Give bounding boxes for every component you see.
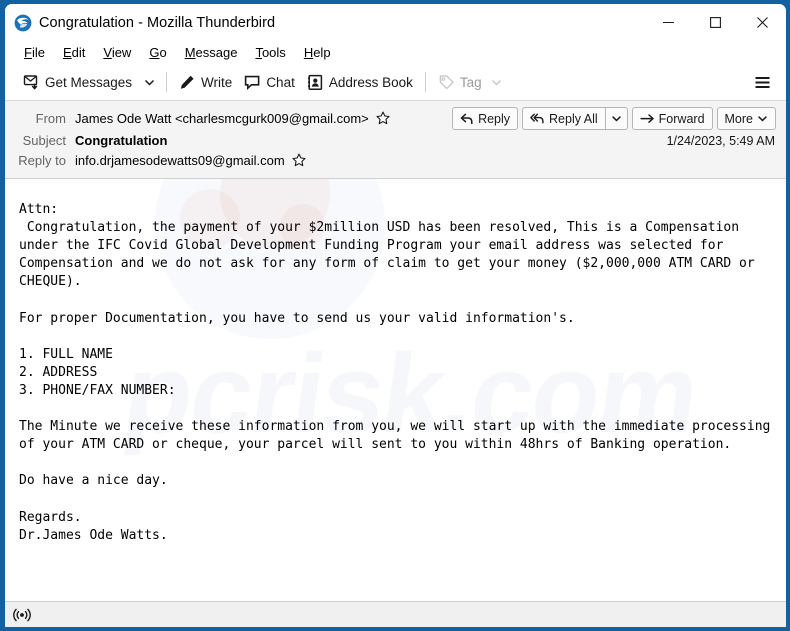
message-body: pcrisk.com Attn: Congratulation, the pay… bbox=[5, 179, 786, 601]
chevron-down-icon bbox=[491, 79, 501, 86]
reply-all-button[interactable]: Reply All bbox=[522, 107, 605, 130]
get-messages-button[interactable]: Get Messages bbox=[17, 68, 138, 96]
reply-label: Reply bbox=[478, 111, 511, 126]
get-messages-icon bbox=[23, 74, 38, 90]
title-bar: Congratulation - Mozilla Thunderbird bbox=[5, 4, 786, 41]
chat-button[interactable]: Chat bbox=[238, 68, 301, 96]
maximize-button[interactable] bbox=[692, 4, 739, 41]
toolbar-separator-2 bbox=[424, 72, 426, 92]
menu-help[interactable]: Help bbox=[295, 43, 340, 63]
app-menu-button[interactable] bbox=[746, 68, 778, 96]
reply-to-label: Reply to bbox=[18, 152, 66, 168]
chat-bubble-icon bbox=[245, 75, 260, 90]
tag-icon bbox=[439, 74, 454, 89]
forward-button[interactable]: Forward bbox=[631, 107, 713, 130]
minimize-icon bbox=[663, 21, 674, 24]
email-body-text: Attn: Congratulation, the payment of you… bbox=[19, 202, 771, 543]
forward-label: Forward bbox=[658, 111, 705, 126]
reply-all-group: Reply All bbox=[522, 107, 628, 130]
more-label: More bbox=[724, 111, 753, 126]
message-actions: Reply Reply All Forward More bbox=[452, 107, 776, 130]
toolbar-separator bbox=[166, 72, 168, 92]
pencil-icon bbox=[180, 75, 194, 89]
tag-button[interactable]: Tag bbox=[432, 68, 508, 96]
star-icon[interactable] bbox=[376, 111, 390, 125]
more-button[interactable]: More bbox=[716, 107, 776, 130]
status-bar bbox=[5, 601, 786, 627]
star-icon[interactable] bbox=[292, 153, 306, 167]
hamburger-icon bbox=[755, 76, 769, 88]
network-activity-icon[interactable] bbox=[13, 607, 31, 623]
thunderbird-window: Congratulation - Mozilla Thunderbird Fil… bbox=[5, 4, 786, 627]
menu-go[interactable]: Go bbox=[140, 43, 175, 63]
address-book-button[interactable]: Address Book bbox=[301, 68, 419, 96]
reply-all-label: Reply All bbox=[549, 111, 598, 126]
menu-bar: File Edit View Go Message Tools Help bbox=[5, 41, 786, 64]
minimize-button[interactable] bbox=[645, 4, 692, 41]
menu-tools[interactable]: Tools bbox=[246, 43, 294, 63]
main-toolbar: Get Messages Write Chat Address Book Tag bbox=[5, 64, 786, 101]
write-label: Write bbox=[201, 74, 233, 90]
close-icon bbox=[757, 17, 768, 28]
subject-label: Subject bbox=[22, 132, 66, 148]
message-header: From James Ode Watt <charlesmcgurk009@gm… bbox=[5, 101, 786, 179]
window-title: Congratulation - Mozilla Thunderbird bbox=[39, 14, 276, 31]
get-messages-dropdown[interactable] bbox=[138, 68, 160, 96]
from-value-wrap: James Ode Watt <charlesmcgurk009@gmail.c… bbox=[75, 111, 390, 126]
message-date: 1/24/2023, 5:49 AM bbox=[666, 134, 775, 148]
from-label: From bbox=[35, 110, 66, 126]
address-book-label: Address Book bbox=[328, 74, 413, 90]
menu-message[interactable]: Message bbox=[176, 43, 247, 63]
reply-to-value-wrap: info.drjamesodewatts09@gmail.com bbox=[75, 153, 306, 168]
forward-arrow-icon bbox=[640, 113, 654, 123]
tag-label: Tag bbox=[459, 74, 482, 90]
reply-icon bbox=[460, 113, 473, 124]
maximize-icon bbox=[710, 17, 721, 28]
menu-edit[interactable]: Edit bbox=[54, 43, 94, 63]
chat-label: Chat bbox=[266, 74, 295, 90]
reply-all-icon bbox=[530, 113, 544, 123]
menu-view[interactable]: View bbox=[94, 43, 140, 63]
chevron-down-icon bbox=[758, 116, 767, 122]
reply-to-value[interactable]: info.drjamesodewatts09@gmail.com bbox=[75, 153, 285, 168]
subject-value: Congratulation bbox=[75, 132, 168, 148]
reply-to-row: Reply to info.drjamesodewatts09@gmail.co… bbox=[15, 150, 776, 170]
close-button[interactable] bbox=[739, 4, 786, 41]
window-controls bbox=[645, 4, 786, 41]
from-value[interactable]: James Ode Watt <charlesmcgurk009@gmail.c… bbox=[75, 111, 369, 126]
thunderbird-icon bbox=[14, 14, 32, 31]
reply-all-dropdown[interactable] bbox=[604, 107, 628, 130]
chevron-down-icon bbox=[611, 116, 621, 122]
chevron-down-icon bbox=[144, 79, 154, 86]
menu-file[interactable]: File bbox=[15, 43, 54, 63]
reply-button[interactable]: Reply bbox=[452, 107, 519, 130]
write-button[interactable]: Write bbox=[173, 68, 238, 96]
get-messages-label: Get Messages bbox=[45, 74, 133, 90]
subject-row: Subject Congratulation bbox=[15, 130, 776, 150]
address-book-icon bbox=[307, 74, 322, 90]
